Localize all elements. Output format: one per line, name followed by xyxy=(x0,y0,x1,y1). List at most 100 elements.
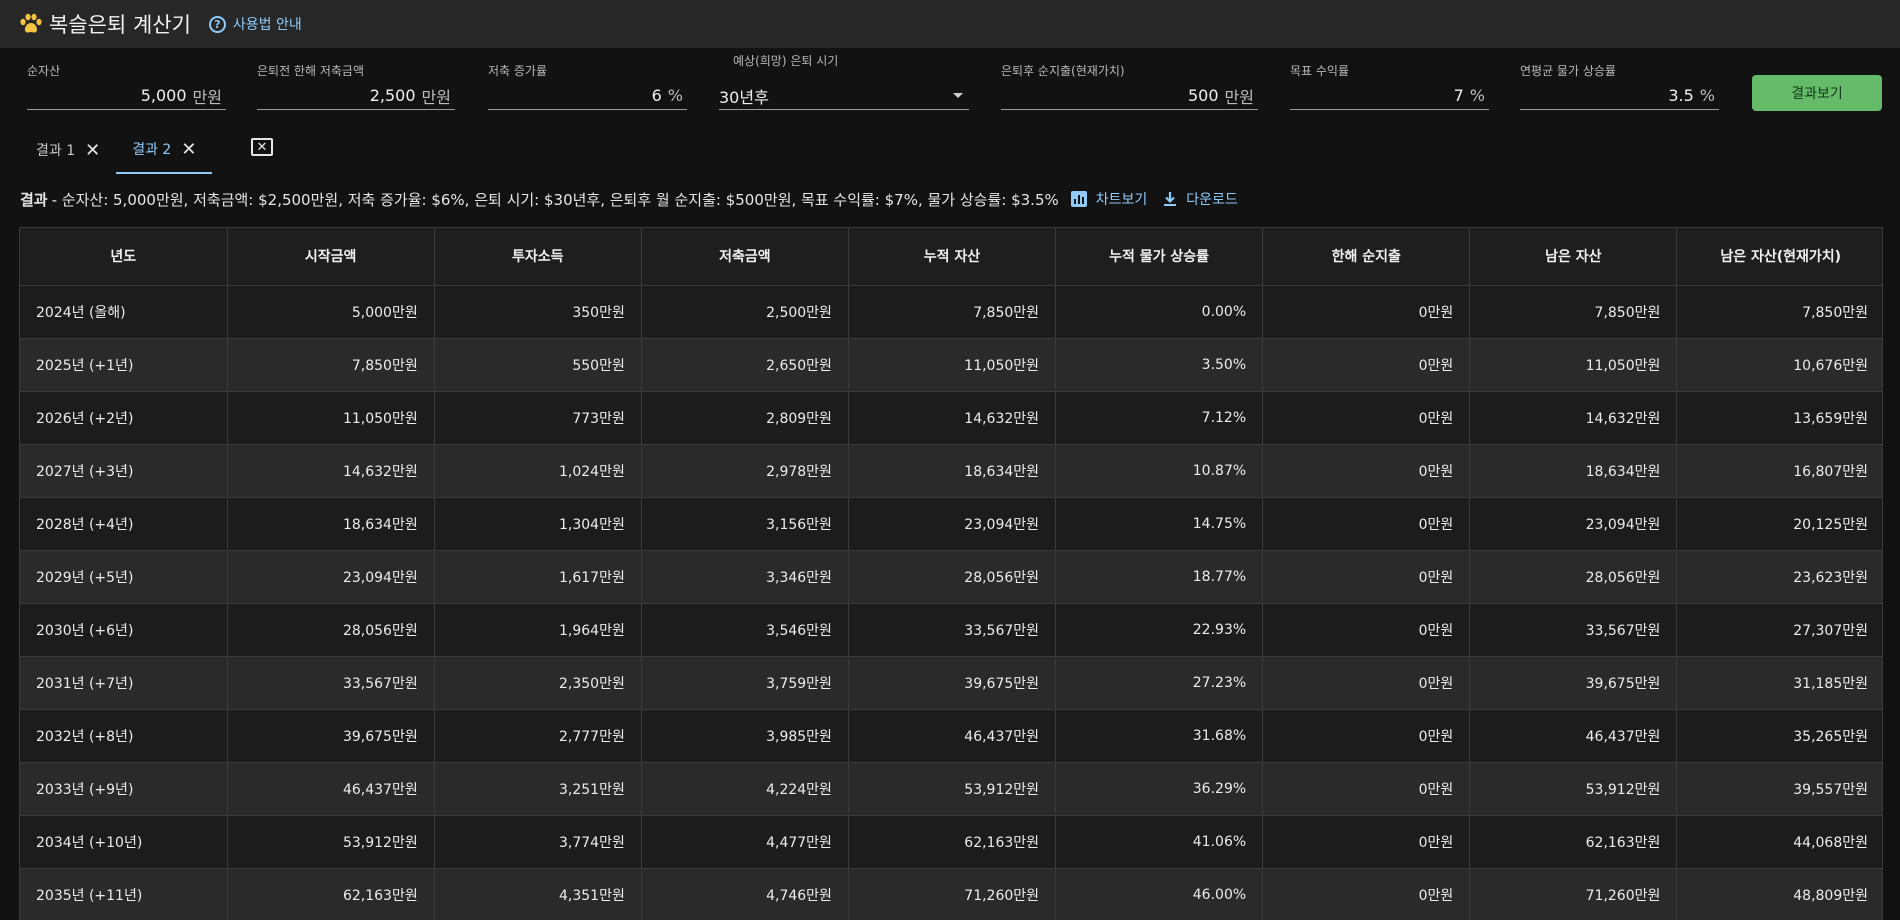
table-cell: 1,304만원 xyxy=(434,497,642,551)
help-link-label: 사용법 안내 xyxy=(232,17,302,33)
annual-savings-input[interactable]: 2,500 만원 xyxy=(257,82,455,110)
savings-growth-input[interactable]: 6 % xyxy=(488,82,687,110)
col-year: 년도 xyxy=(20,228,228,286)
table-cell: 4,477만원 xyxy=(641,815,849,869)
table-cell: 27,307만원 xyxy=(1676,603,1882,657)
table-body: 2024년 (올해) 5,000만원 350만원 2,500만원 7,850만원 0.00… xyxy=(20,285,1882,920)
net-assets-field[interactable]: 순자산 5,000 만원 xyxy=(27,58,226,110)
table-cell: 62,163만원 xyxy=(848,815,1057,869)
table-cell: 41.06% xyxy=(1055,815,1264,869)
table-row: 2027년 (+3년) 14,632만원 1,024만원 2,978만원 18,634만… xyxy=(20,444,1882,498)
target-return-value: 7 xyxy=(1453,86,1464,105)
table-cell: 53,912만원 xyxy=(848,762,1057,816)
post-spend-field[interactable]: 은퇴후 순지출(현재가치) 500 만원 xyxy=(1001,58,1258,110)
tab-result-2-label: 결과 2 xyxy=(132,142,172,158)
post-spend-value: 500 xyxy=(1188,86,1219,105)
table-row: 2034년 (+10년) 53,912만원 3,774만원 4,477만원 62,163… xyxy=(20,815,1882,869)
table-cell: 2028년 (+4년) xyxy=(20,497,228,551)
target-return-label: 목표 수익률 xyxy=(1290,64,1350,78)
annual-savings-field[interactable]: 은퇴전 한해 저축금액 2,500 만원 xyxy=(257,58,455,110)
col-annual-spend: 한해 순지출 xyxy=(1262,228,1471,286)
chart-view-button[interactable]: 차트보기 xyxy=(1070,189,1147,209)
show-result-button[interactable]: 결과보기 xyxy=(1752,75,1882,111)
table-cell: 0만원 xyxy=(1262,762,1471,816)
table-cell: 2027년 (+3년) xyxy=(20,444,228,498)
table-cell: 7,850만원 xyxy=(1469,285,1678,339)
savings-growth-unit: % xyxy=(667,86,683,105)
table-cell: 2029년 (+5년) xyxy=(20,550,228,604)
paw-logo-icon xyxy=(20,13,42,33)
table-cell: 2034년 (+10년) xyxy=(20,815,228,869)
table-cell: 39,557만원 xyxy=(1676,762,1882,816)
table-cell: 18,634만원 xyxy=(227,497,435,551)
post-spend-unit: 만원 xyxy=(1224,87,1254,107)
table-cell: 0만원 xyxy=(1262,497,1471,551)
download-button[interactable]: 다운로드 xyxy=(1159,189,1238,209)
table-cell: 13,659만원 xyxy=(1676,391,1882,445)
table-cell: 3,251만원 xyxy=(434,762,642,816)
col-remaining-assets: 남은 자산 xyxy=(1469,228,1678,286)
savings-growth-field[interactable]: 저축 증가률 6 % xyxy=(488,58,687,110)
summary-text: - 순자산: 5,000만원, 저축금액: $2,500만원, 저축 증가율: … xyxy=(51,190,1059,209)
close-icon[interactable]: ✕ xyxy=(181,139,196,160)
table-cell: 7,850만원 xyxy=(227,338,435,392)
close-all-tabs-icon[interactable]: ✕ xyxy=(251,138,273,156)
result-summary: 결과 - 순자산: 5,000만원, 저축금액: $2,500만원, 저축 증가… xyxy=(20,188,1238,210)
target-return-input[interactable]: 7 % xyxy=(1290,82,1489,110)
col-start-amount: 시작금액 xyxy=(227,228,435,286)
table-cell: 2026년 (+2년) xyxy=(20,391,228,445)
table-cell: 28,056만원 xyxy=(1469,550,1678,604)
table-cell: 2,650만원 xyxy=(641,338,849,392)
net-assets-unit: 만원 xyxy=(192,87,222,107)
inflation-value: 3.5 xyxy=(1668,86,1694,105)
tab-result-2[interactable]: 결과 2 ✕ xyxy=(116,126,213,174)
table-cell: 2,350만원 xyxy=(434,656,642,710)
help-link[interactable]: ? 사용법 안내 xyxy=(208,14,302,34)
table-cell: 23,623만원 xyxy=(1676,550,1882,604)
table-cell: 7,850만원 xyxy=(1676,285,1882,339)
retire-time-select[interactable]: 예상(희망) 은퇴 시기 30년후 xyxy=(719,54,969,110)
table-cell: 2,978만원 xyxy=(641,444,849,498)
table-row: 2031년 (+7년) 33,567만원 2,350만원 3,759만원 39,675만… xyxy=(20,656,1882,710)
net-assets-input[interactable]: 5,000 만원 xyxy=(27,82,226,110)
table-header-row: 년도 시작금액 투자소득 저축금액 누적 자산 누적 물가 상승률 한해 순지출… xyxy=(20,228,1882,286)
inflation-field[interactable]: 연평균 물가 상승률 3.5 % xyxy=(1520,58,1719,110)
table-cell: 7,850만원 xyxy=(848,285,1057,339)
table-cell: 31,185만원 xyxy=(1676,656,1882,710)
table-cell: 71,260만원 xyxy=(848,868,1057,920)
table-cell: 3,156만원 xyxy=(641,497,849,551)
close-icon[interactable]: ✕ xyxy=(85,140,100,161)
table-cell: 71,260만원 xyxy=(1469,868,1678,920)
post-spend-input[interactable]: 500 만원 xyxy=(1001,82,1258,110)
chevron-down-icon[interactable] xyxy=(953,93,963,98)
table-cell: 14,632만원 xyxy=(1469,391,1678,445)
table-cell: 33,567만원 xyxy=(227,656,435,710)
inflation-input[interactable]: 3.5 % xyxy=(1520,82,1719,110)
app-title: 복슬은퇴 계산기 xyxy=(49,13,191,37)
table-cell: 0만원 xyxy=(1262,444,1471,498)
table-cell: 28,056만원 xyxy=(848,550,1057,604)
table-cell: 3,346만원 xyxy=(641,550,849,604)
table-cell: 23,094만원 xyxy=(227,550,435,604)
table-cell: 27.23% xyxy=(1055,656,1264,710)
target-return-field[interactable]: 목표 수익률 7 % xyxy=(1290,58,1489,110)
table-cell: 14,632만원 xyxy=(848,391,1057,445)
retire-time-value: 30년후 xyxy=(719,87,769,107)
table-cell: 48,809만원 xyxy=(1676,868,1882,920)
table-cell: 11,050만원 xyxy=(848,338,1057,392)
table-row: 2026년 (+2년) 11,050만원 773만원 2,809만원 14,632만원 7… xyxy=(20,391,1882,445)
table-cell: 7.12% xyxy=(1055,391,1264,445)
tab-result-1[interactable]: 결과 1 ✕ xyxy=(20,126,116,174)
table-cell: 550만원 xyxy=(434,338,642,392)
table-cell: 1,617만원 xyxy=(434,550,642,604)
table-cell: 23,094만원 xyxy=(848,497,1057,551)
table-cell: 2,500만원 xyxy=(641,285,849,339)
table-cell: 36.29% xyxy=(1055,762,1264,816)
col-remaining-assets-pv: 남은 자산(현재가치) xyxy=(1676,228,1882,286)
table-row: 2035년 (+11년) 62,163만원 4,351만원 4,746만원 71,260… xyxy=(20,868,1882,920)
table-cell: 14,632만원 xyxy=(227,444,435,498)
table-cell: 0.00% xyxy=(1055,285,1264,339)
table-cell: 773만원 xyxy=(434,391,642,445)
retire-time-dropdown[interactable]: 30년후 xyxy=(719,82,969,110)
question-circle-icon: ? xyxy=(208,15,226,33)
